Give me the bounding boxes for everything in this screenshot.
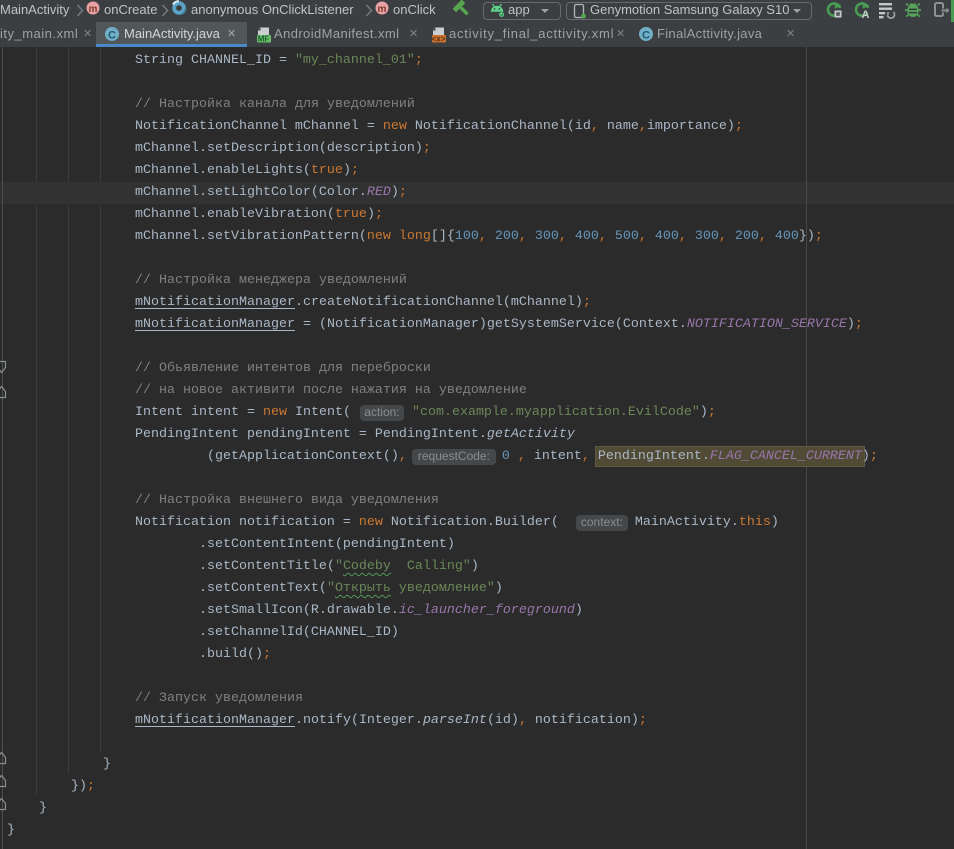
svg-text:m: m (89, 4, 98, 15)
svg-text:C: C (108, 30, 116, 42)
svg-text:C: C (642, 30, 650, 42)
svg-text:A: A (862, 9, 870, 19)
svg-text:<x>: <x> (432, 35, 446, 44)
svg-text:MF: MF (258, 35, 270, 44)
svg-text:m: m (378, 4, 387, 15)
